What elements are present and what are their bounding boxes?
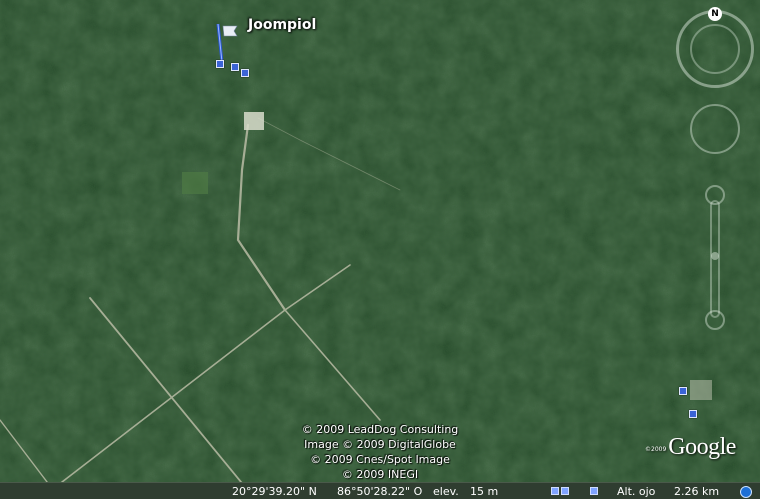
placemark-marker-icon[interactable] xyxy=(679,387,687,395)
elevation-label: elev. xyxy=(433,485,459,498)
placemark-marker-icon[interactable] xyxy=(689,410,697,418)
logo-text: Google xyxy=(668,434,736,460)
placemark-marker-icon[interactable] xyxy=(241,69,249,77)
placemark-label[interactable]: Joompiol xyxy=(248,17,316,33)
credit-line: © 2009 INEGI xyxy=(341,468,419,481)
eye-altitude-value: 2.26 km xyxy=(674,485,720,498)
placemark-marker-icon[interactable] xyxy=(216,60,224,68)
streaming-indicator-icon xyxy=(551,487,559,495)
credit-line: © 2009 LeadDog Consulting xyxy=(301,423,459,436)
credit-line: Image © 2009 DigitalGlobe xyxy=(304,438,456,451)
logo-year: ©2009 xyxy=(645,446,667,453)
elevation-value: 15 m xyxy=(470,485,499,498)
placemark-marker-icon[interactable] xyxy=(231,63,239,71)
google-logo: ©2009Google xyxy=(645,434,736,461)
zoom-in-button[interactable] xyxy=(705,185,725,205)
eye-altitude-label: Alt. ojo xyxy=(617,485,656,498)
latitude-readout: 20°29'39.20" N xyxy=(232,485,317,498)
compass-icon[interactable] xyxy=(690,24,740,74)
zoom-slider-thumb[interactable] xyxy=(711,252,719,260)
streaming-indicator-icon xyxy=(561,487,569,495)
globe-icon[interactable] xyxy=(740,486,752,498)
imagery-credits: © 2009 LeadDog Consulting Image © 2009 D… xyxy=(290,422,470,482)
credit-line: © 2009 Cnes/Spot Image xyxy=(310,453,450,466)
map-view[interactable]: Joompiol N © 2009 LeadDog Consulting Ima… xyxy=(0,0,760,499)
look-control-icon[interactable] xyxy=(690,104,740,154)
north-indicator[interactable]: N xyxy=(708,7,722,21)
zoom-out-button[interactable] xyxy=(705,310,725,330)
status-bar: 20°29'39.20" N 86°50'28.22" O elev. 15 m… xyxy=(0,482,760,499)
streaming-indicator-icon xyxy=(590,487,598,495)
longitude-readout: 86°50'28.22" O xyxy=(337,485,423,498)
